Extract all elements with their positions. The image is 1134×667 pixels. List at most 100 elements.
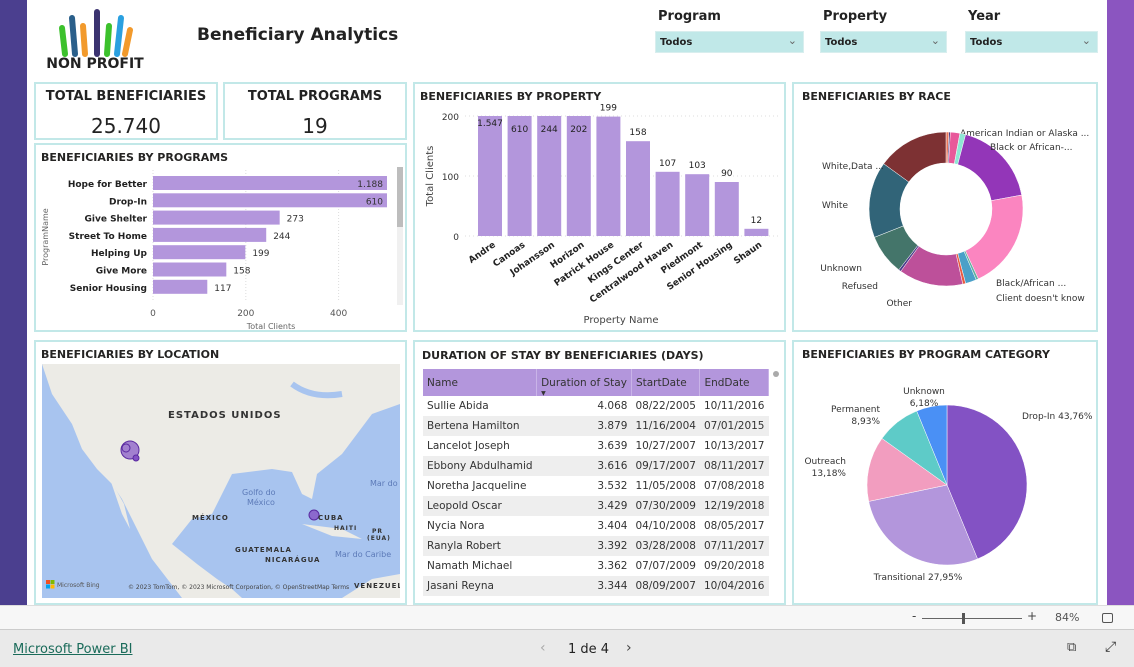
slice-label: American Indian or Alaska ... bbox=[960, 129, 1089, 139]
table-cell: 07/11/2017 bbox=[699, 536, 769, 556]
program-slicer[interactable]: Todos ⌄ bbox=[655, 31, 804, 53]
table-row[interactable]: Namath Michael 3.362 07/07/2009 09/20/2018 bbox=[423, 556, 769, 576]
table-row[interactable]: Noretha Jacqueline 3.532 11/05/2008 07/08/2… bbox=[423, 476, 769, 496]
chart-title: BENEFICIARIES BY LOCATION bbox=[41, 348, 220, 361]
location-map-panel: BENEFICIARIES BY LOCATION ESTADOS UNIDOS… bbox=[34, 340, 407, 605]
map-label: Mar do Caribe bbox=[335, 550, 391, 559]
table-cell: 08/22/2005 bbox=[635, 400, 696, 412]
map-attribution[interactable]: © 2023 TomTom, © 2023 Microsoft Corporat… bbox=[128, 584, 349, 591]
zoom-out-button[interactable]: - bbox=[912, 609, 916, 623]
zoom-slider-handle[interactable] bbox=[962, 613, 965, 624]
slice-label: White bbox=[822, 201, 849, 211]
slicer-value: Todos bbox=[970, 37, 1003, 48]
table-cell: 04/10/2008 bbox=[635, 520, 696, 532]
slicer-value: Todos bbox=[825, 37, 858, 48]
scrollbar[interactable] bbox=[397, 167, 403, 305]
y-tick-label: 100 bbox=[442, 173, 459, 183]
location-map[interactable]: ESTADOS UNIDOS MÉXICO CUBA HAITI PR (EUA… bbox=[42, 364, 400, 598]
map-label: CUBA bbox=[318, 514, 344, 522]
table-cell: 3.344 bbox=[536, 576, 632, 596]
data-label: 244 bbox=[273, 232, 290, 242]
fit-to-page-icon[interactable] bbox=[1102, 613, 1113, 623]
table-cell: Ranyla Robert bbox=[423, 536, 537, 556]
map-label: Mar do bbox=[370, 479, 398, 488]
map-label: PR bbox=[372, 528, 383, 535]
footer: Microsoft Power BI ‹ 1 de 4 › ⧉ ⤢ bbox=[0, 630, 1134, 667]
column-header[interactable]: Duration of Stay ▼ bbox=[536, 369, 632, 397]
table-row[interactable]: Leopold Oscar 3.429 07/30/2009 12/19/2018 bbox=[423, 496, 769, 516]
zoom-slider[interactable] bbox=[922, 618, 1022, 619]
table-row[interactable]: Ranyla Robert 3.392 03/28/2008 07/11/2017 bbox=[423, 536, 769, 556]
table-cell: 08/09/2007 bbox=[631, 576, 700, 596]
category-label: Drop-In bbox=[109, 197, 147, 207]
table-row[interactable]: Nycia Nora 3.404 04/10/2008 08/05/2017 bbox=[423, 516, 769, 536]
property-slicer[interactable]: Todos ⌄ bbox=[820, 31, 947, 53]
page-indicator: 1 de 4 bbox=[568, 642, 610, 657]
table-row[interactable]: Jasani Reyna 3.344 08/09/2007 10/04/2016 bbox=[423, 576, 769, 596]
category-label: Helping Up bbox=[91, 249, 148, 259]
race-chart-panel: BENEFICIARIES BY RACE American Indian or… bbox=[792, 82, 1098, 332]
table-cell: 07/30/2009 bbox=[631, 496, 700, 516]
fullscreen-icon[interactable]: ⤢ bbox=[1105, 639, 1116, 655]
microsoft-bing-logo: Microsoft Bing bbox=[46, 580, 100, 589]
table-cell: 3.362 bbox=[597, 560, 628, 572]
program-category-chart-panel: BENEFICIARIES BY PROGRAM CATEGORY Drop-I… bbox=[792, 340, 1098, 605]
logo: NON PROFIT bbox=[45, 6, 145, 74]
column-header[interactable]: Name bbox=[423, 369, 538, 396]
chevron-down-icon: ⌄ bbox=[787, 34, 797, 47]
year-slicer[interactable]: Todos ⌄ bbox=[965, 31, 1098, 53]
scrollbar-thumb[interactable] bbox=[397, 167, 403, 227]
x-tick-label: 0 bbox=[150, 309, 156, 319]
table-row[interactable]: Bertena Hamilton 3.879 11/16/2004 07/01/201… bbox=[423, 416, 769, 436]
table-cell: 07/07/2009 bbox=[635, 560, 696, 572]
data-label: 199 bbox=[252, 249, 269, 259]
location-bubble[interactable] bbox=[132, 454, 140, 462]
table-cell: 07/01/2015 bbox=[699, 416, 769, 436]
card-title: TOTAL PROGRAMS bbox=[247, 89, 383, 104]
column-header[interactable]: StartDate bbox=[631, 369, 701, 396]
chevron-down-icon: ⌄ bbox=[1081, 34, 1091, 47]
table-row[interactable]: Ebbony Abdulhamid 3.616 09/17/2007 08/11/20… bbox=[423, 456, 769, 476]
zoom-bar: - + 84% bbox=[0, 605, 1134, 630]
property-bar-chart: 01002001.547Andre610Canoas244Johansson20… bbox=[425, 104, 780, 326]
table-cell: 10/27/2007 bbox=[635, 440, 696, 452]
map-label: VENEZUELA bbox=[354, 582, 400, 590]
card-value: 25.740 bbox=[91, 114, 161, 138]
table-row[interactable]: Lancelot Joseph 3.639 10/27/2007 10/13/2017 bbox=[423, 436, 769, 456]
power-bi-link[interactable]: Microsoft Power BI bbox=[13, 642, 132, 657]
table-cell: 09/17/2007 bbox=[631, 456, 700, 476]
x-axis-title: Property Name bbox=[584, 315, 659, 326]
bar bbox=[685, 174, 710, 236]
data-label: 158 bbox=[629, 128, 646, 138]
slice-percent: 13,18% bbox=[812, 469, 847, 479]
bar bbox=[153, 210, 280, 225]
share-icon[interactable]: ⧉ bbox=[1067, 640, 1076, 655]
hands-logo-icon bbox=[59, 9, 133, 57]
svg-text:Microsoft Bing: Microsoft Bing bbox=[57, 582, 100, 589]
table-cell: 03/28/2008 bbox=[631, 536, 700, 556]
data-label: 12 bbox=[751, 216, 762, 226]
table-title: DURATION OF STAY BY BENEFICIARIES (DAYS) bbox=[422, 349, 704, 362]
data-label: 244 bbox=[541, 125, 558, 135]
table-cell: Sullie Abida bbox=[427, 400, 489, 412]
property-chart-panel: BENEFICIARIES BY PROPERTY 0 100 200 1.547 An… bbox=[413, 82, 786, 332]
table-cell: 07/08/2018 bbox=[703, 480, 765, 492]
table-row[interactable]: Sullie Abida 4.068 08/22/2005 10/11/2016 bbox=[423, 396, 769, 416]
y-tick-label: 0 bbox=[453, 233, 459, 243]
data-label: 199 bbox=[600, 104, 617, 114]
bar bbox=[153, 193, 387, 208]
programs-chart-panel: BENEFICIARIES BY PROGRAMS 0 200 400 Hope fo… bbox=[34, 143, 407, 332]
next-page-icon[interactable]: › bbox=[626, 640, 632, 656]
table-cell: Nycia Nora bbox=[427, 520, 485, 532]
previous-page-icon[interactable]: ‹ bbox=[540, 640, 546, 656]
donut-slice bbox=[964, 194, 1024, 280]
logo-text: NON PROFIT bbox=[46, 56, 144, 72]
race-donut-chart: American Indian or Alaska ... Black or Af… bbox=[820, 129, 1089, 309]
slice-label: Permanent bbox=[831, 405, 880, 415]
zoom-in-button[interactable]: + bbox=[1027, 609, 1037, 623]
slicer-value: Todos bbox=[660, 37, 693, 48]
left-strip bbox=[0, 0, 27, 605]
column-header[interactable]: EndDate bbox=[699, 369, 769, 396]
table-cell: 08/11/2017 bbox=[699, 456, 769, 476]
scrollbar-thumb[interactable] bbox=[773, 371, 779, 377]
